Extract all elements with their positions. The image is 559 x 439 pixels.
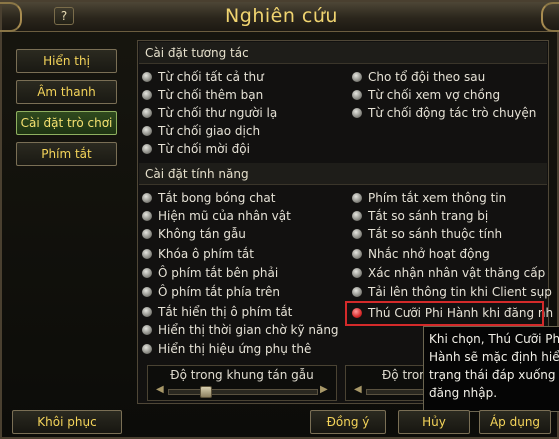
slider-left-arrow-icon[interactable]: ◀ xyxy=(354,384,362,395)
cancel-button[interactable]: Hủy xyxy=(398,410,470,434)
slider-right-arrow-icon[interactable]: ▶ xyxy=(320,384,328,395)
radio-icon xyxy=(142,90,152,100)
option-upload-crash-info[interactable]: Tải lên thông tin khi Client sụp xyxy=(352,283,552,301)
radio-icon xyxy=(142,193,152,203)
option-disable-gear-compare[interactable]: Tắt so sánh trang bị xyxy=(352,207,488,225)
option-lock-hotkey-slots[interactable]: Khóa ô phím tắt xyxy=(142,245,254,263)
radio-icon xyxy=(142,211,152,221)
option-no-chat[interactable]: Không tán gẫu xyxy=(142,225,246,243)
radio-icon xyxy=(142,325,152,335)
option-reject-trade[interactable]: Từ chối giao dịch xyxy=(142,122,260,140)
interaction-settings-header: Cài đặt tương tác xyxy=(139,42,547,64)
restore-button[interactable]: Khôi phục xyxy=(12,410,122,434)
radio-icon xyxy=(352,287,362,297)
option-hotkey-right[interactable]: Ô phím tắt bên phải xyxy=(142,264,278,282)
option-hotkey-view-info[interactable]: Phím tắt xem thông tin xyxy=(352,189,506,207)
chat-opacity-track[interactable] xyxy=(168,389,318,395)
option-hotkey-top[interactable]: Ô phím tắt phía trên xyxy=(142,283,280,301)
tooltip: Khi chọn, Thú Cưỡi Phi Hành sẽ mặc định … xyxy=(423,326,559,412)
tab-hotkeys[interactable]: Phím tắt xyxy=(16,142,117,166)
research-window: ? Nghiên cứu Hiển thị Âm thanh Cài đặt t… xyxy=(0,0,559,439)
radio-icon xyxy=(142,229,152,239)
radio-icon xyxy=(142,108,152,118)
feature-settings-header: Cài đặt tính năng xyxy=(139,163,547,185)
option-activity-reminder[interactable]: Nhắc nhở hoạt động xyxy=(352,245,490,263)
window-title: Nghiên cứu xyxy=(225,5,338,27)
option-disable-stat-compare[interactable]: Tắt so sánh thuộc tính xyxy=(352,225,502,243)
option-confirm-level-up[interactable]: Xác nhận nhân vật thăng cấp xyxy=(352,264,545,282)
selection-highlight xyxy=(345,301,544,326)
chat-opacity-thumb[interactable] xyxy=(200,386,212,398)
radio-icon xyxy=(352,249,362,259)
option-show-effects[interactable]: Hiển thị hiệu ứng phụ thê xyxy=(142,340,311,358)
radio-icon xyxy=(352,90,362,100)
radio-icon xyxy=(352,108,362,118)
radio-icon xyxy=(142,126,152,136)
option-reject-all-mail[interactable]: Từ chối tất cả thư xyxy=(142,68,264,86)
agree-button[interactable]: Đồng ý xyxy=(310,410,386,434)
radio-icon xyxy=(352,72,362,82)
radio-icon xyxy=(352,268,362,278)
option-reject-friend-requests[interactable]: Từ chối thêm bạn xyxy=(142,86,263,104)
title-bar[interactable]: ? Nghiên cứu xyxy=(0,2,559,32)
radio-icon xyxy=(142,72,152,82)
option-disable-chat-bubble[interactable]: Tắt bong bóng chat xyxy=(142,189,275,207)
slider-left-arrow-icon[interactable]: ◀ xyxy=(156,384,164,395)
tab-sound[interactable]: Âm thanh xyxy=(16,80,117,104)
option-show-character-hat[interactable]: Hiện mũ của nhân vật xyxy=(142,207,291,225)
radio-icon xyxy=(142,344,152,354)
radio-icon xyxy=(142,307,152,317)
radio-icon xyxy=(142,249,152,259)
option-reject-stranger-mail[interactable]: Từ chối thư người lạ xyxy=(142,104,277,122)
option-show-skill-cooldown[interactable]: Hiển thị thời gian chờ kỹ năng xyxy=(142,321,339,339)
option-reject-chat-emote[interactable]: Từ chối động tác trò chuyện xyxy=(352,104,536,122)
radio-icon xyxy=(352,193,362,203)
tab-game-settings[interactable]: Cài đặt trò chơi xyxy=(16,111,117,135)
radio-icon xyxy=(142,144,152,154)
chat-opacity-label: Độ trong khung tán gẫu xyxy=(170,368,314,382)
tab-display[interactable]: Hiển thị xyxy=(16,49,117,73)
apply-button[interactable]: Áp dụng xyxy=(479,410,551,434)
option-reject-party-invite[interactable]: Từ chối mời đội xyxy=(142,140,250,158)
chat-opacity-slider-panel: Độ trong khung tán gẫu ◀ ▶ xyxy=(147,365,337,401)
radio-icon xyxy=(142,268,152,278)
radio-icon xyxy=(352,211,362,221)
second-opacity-label: Độ trong xyxy=(382,368,435,382)
radio-icon xyxy=(352,229,362,239)
option-reject-view-spouse[interactable]: Từ chối xem vợ chồng xyxy=(352,86,500,104)
option-party-follow[interactable]: Cho tổ đội theo sau xyxy=(352,68,485,86)
option-hide-hotkey-slots[interactable]: Tắt hiển thị ô phím tắt xyxy=(142,303,292,321)
radio-icon xyxy=(142,287,152,297)
